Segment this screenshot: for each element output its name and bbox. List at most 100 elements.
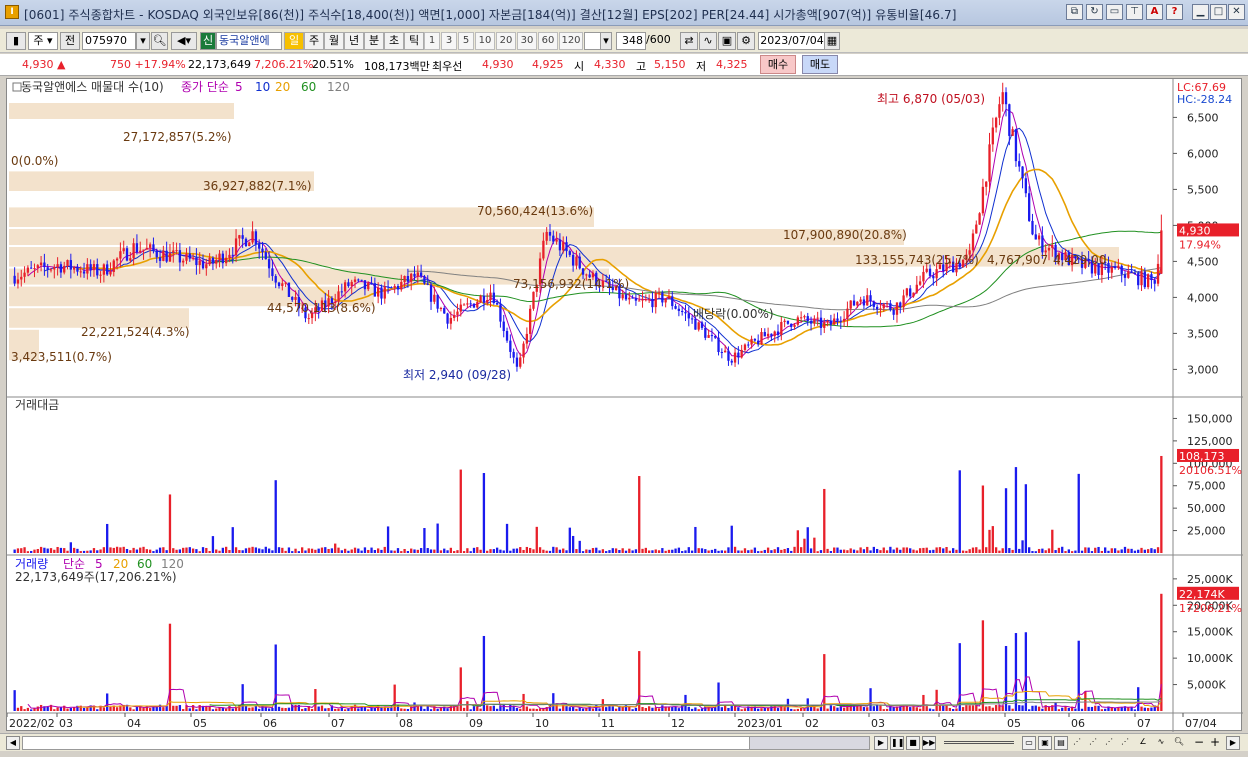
help-icon[interactable]: ? (1166, 4, 1183, 20)
amount-bar (281, 547, 284, 553)
angle-icon[interactable]: ∠ (1136, 736, 1150, 750)
speed-slider[interactable] (944, 741, 1014, 744)
chart-canvas[interactable]: 6,5006,0005,5005,0004,5004,0003,5003,000… (6, 79, 1243, 732)
x-tick-label: 12 (671, 717, 685, 730)
interval-3[interactable]: 3 (441, 32, 457, 50)
font-icon[interactable]: A (1146, 4, 1163, 20)
amount-bar (605, 551, 608, 553)
volume-bar (390, 707, 393, 711)
amount-current-label: 108,173 (1179, 450, 1225, 463)
scrollbar[interactable]: ◀ ▶ ❚❚ ■ ▶▶ ▭ ▣ ▤ ⋰ ⋰ ⋰ ⋰ ∠ ∿ 🔍︎ − + ▶ (0, 733, 1248, 751)
sin-button[interactable]: 신 (200, 32, 216, 50)
volume-bar (1097, 705, 1100, 711)
interval-1[interactable]: 1 (424, 32, 440, 50)
play-icon[interactable]: ▶ (874, 736, 888, 750)
candle-body (750, 338, 753, 345)
amount-bar (139, 547, 142, 553)
jeon-button[interactable]: 전 (60, 32, 80, 50)
amount-bar (456, 550, 459, 553)
close-button[interactable]: ✕ (1228, 4, 1245, 20)
buy-button[interactable]: 매수 (760, 55, 796, 74)
line-tool-icon[interactable]: ∿ (699, 32, 717, 50)
candle-body (657, 292, 661, 294)
wave-icon[interactable]: ∿ (1154, 736, 1168, 750)
interval-20[interactable]: 20 (496, 32, 516, 50)
candle-body (36, 265, 39, 268)
volume-bar (512, 706, 515, 711)
interval-dropdown-icon[interactable]: ▾ (600, 32, 612, 50)
volume-bar (591, 708, 595, 711)
scroll-track[interactable] (22, 736, 870, 750)
volume-bar (231, 708, 234, 711)
stock-code-input[interactable]: 075970 (82, 32, 136, 50)
amount-bar (294, 548, 297, 553)
interval-30[interactable]: 30 (517, 32, 537, 50)
amount-bar (162, 547, 165, 553)
candle-body (340, 291, 343, 293)
maximize-button[interactable]: □ (1210, 4, 1227, 20)
volume-bar (1094, 705, 1097, 711)
minimize-button[interactable]: ▁ (1192, 4, 1209, 20)
candle-body (720, 352, 723, 354)
stop-icon[interactable]: ■ (906, 736, 920, 750)
zoom-out-icon[interactable]: − (1192, 736, 1206, 750)
period-week[interactable]: 주 (304, 32, 324, 50)
interval-5[interactable]: 5 (458, 32, 474, 50)
draw-tool4-icon[interactable]: ⋰ (1118, 736, 1132, 750)
volume-bar (23, 709, 26, 711)
amount-bar (522, 549, 525, 553)
code-dropdown-icon[interactable]: ▾ (136, 32, 150, 50)
chart-area[interactable]: 6,5006,0005,5005,0004,5004,0003,5003,000… (6, 78, 1243, 732)
draw-tool3-icon[interactable]: ⋰ (1102, 736, 1116, 750)
x-tick-label: 04 (127, 717, 141, 730)
title-bar: I [0601] 주식종합차트 - KOSDAQ 외국인보유[86(천)] 주식… (0, 0, 1248, 26)
amount-bar (875, 548, 879, 553)
draw-tool-icon[interactable]: ⋰ (1070, 736, 1084, 750)
volume-bar (985, 706, 988, 711)
speaker-icon[interactable]: ◀▾ (171, 32, 197, 50)
save-icon[interactable]: ▣ (718, 32, 736, 50)
settings-icon[interactable]: ⚙ (737, 32, 755, 50)
draw-tool2-icon[interactable]: ⋰ (1086, 736, 1100, 750)
scroll-thumb[interactable] (749, 737, 869, 749)
link-icon[interactable]: ⧉ (1066, 4, 1083, 20)
interval-10[interactable]: 10 (475, 32, 495, 50)
candle-body (281, 283, 284, 287)
amount-bar (912, 549, 915, 553)
candle-body (426, 283, 429, 285)
amount-bar (1140, 547, 1143, 553)
fast-forward-icon[interactable]: ▶▶ (922, 736, 936, 750)
interval-120[interactable]: 120 (559, 32, 583, 50)
amount-bar (33, 549, 36, 553)
pause-icon[interactable]: ❚❚ (890, 736, 904, 750)
period-second[interactable]: 초 (384, 32, 404, 50)
refresh-icon[interactable]: ↻ (1086, 4, 1103, 20)
candle-body (1024, 178, 1028, 194)
zoom-icon[interactable]: 🔍︎ (1172, 736, 1186, 750)
scroll-left-icon[interactable]: ◀ (6, 736, 20, 750)
layout3-icon[interactable]: ▤ (1054, 736, 1068, 750)
layout2-icon[interactable]: ▣ (1038, 736, 1052, 750)
price-tick-label: 3,500 (1187, 327, 1219, 340)
compare-icon[interactable]: ⇄ (680, 32, 698, 50)
interval-60[interactable]: 60 (538, 32, 558, 50)
search-icon[interactable]: 🔍︎ (151, 32, 168, 50)
period-minute[interactable]: 분 (364, 32, 384, 50)
pin-icon[interactable]: ⊤ (1126, 4, 1143, 20)
chart-menu-icon[interactable]: ▮ (6, 32, 26, 50)
date-input[interactable]: 2023/07/04 (758, 32, 826, 50)
calendar-icon[interactable]: ▦ (824, 32, 840, 50)
count-input[interactable]: 348 (616, 32, 646, 50)
zoom-in-icon[interactable]: + (1208, 736, 1222, 750)
market-select[interactable]: 주 ▾ (28, 32, 58, 50)
layout-icon[interactable]: ▭ (1022, 736, 1036, 750)
sell-button[interactable]: 매도 (802, 55, 838, 74)
period-day[interactable]: 일 (284, 32, 304, 50)
amount-bar (806, 527, 809, 553)
amount-bar (790, 550, 793, 553)
window-icon[interactable]: ▭ (1106, 4, 1123, 20)
period-month[interactable]: 월 (324, 32, 344, 50)
period-year[interactable]: 년 (344, 32, 364, 50)
period-tick[interactable]: 틱 (404, 32, 424, 50)
scroll-right-icon[interactable]: ▶ (1226, 736, 1240, 750)
